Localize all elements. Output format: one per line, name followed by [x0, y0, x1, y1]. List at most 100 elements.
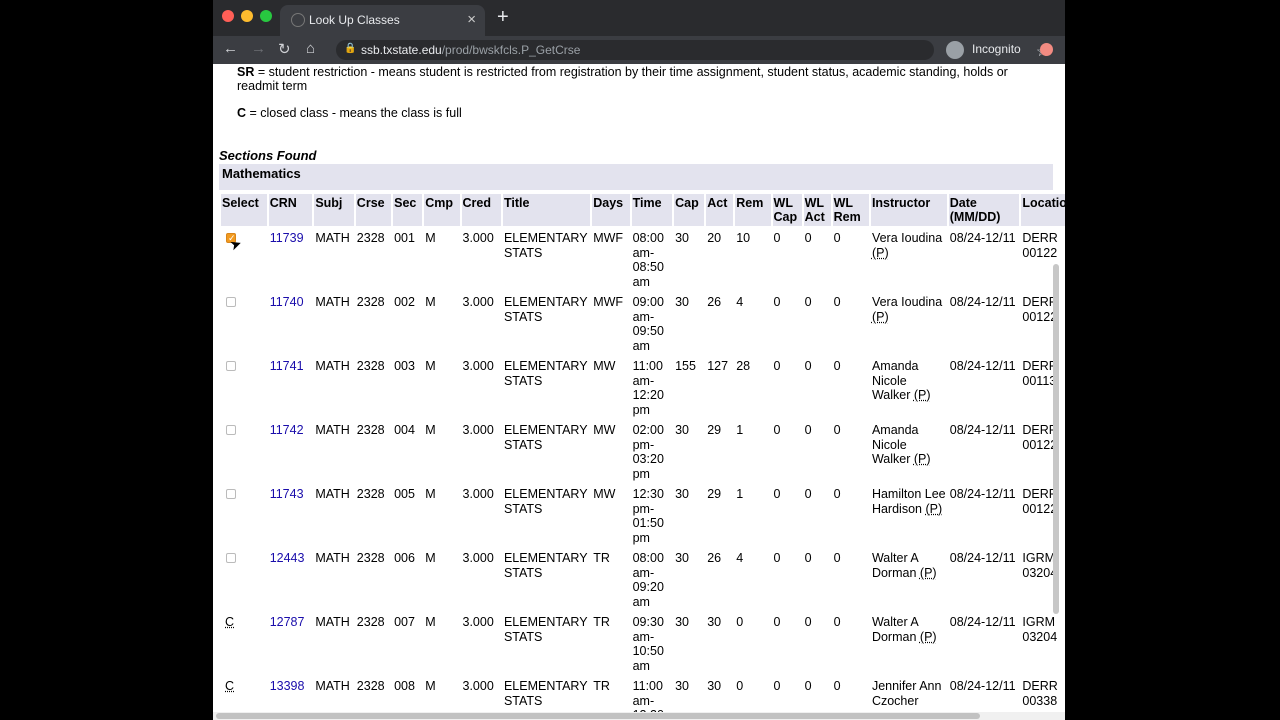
extension-icon[interactable] — [1040, 43, 1053, 56]
sec-cell: 007 — [394, 615, 415, 629]
subj-cell: MATH — [315, 615, 350, 629]
cred-cell: 3.000 — [462, 423, 494, 437]
minimize-window-button[interactable] — [241, 10, 253, 22]
subject-header: Mathematics — [219, 164, 1053, 190]
cmp-cell: M — [425, 487, 436, 501]
select-checkbox[interactable] — [226, 297, 236, 307]
incognito-label[interactable]: Incognito — [972, 42, 1021, 56]
primary-instructor-flag: (P) — [919, 629, 937, 644]
instructor-name: Amanda Nicole Walker — [871, 423, 919, 466]
primary-instructor-flag: (P) — [913, 388, 931, 402]
closed-flag: C — [225, 679, 235, 693]
crse-cell: 2328 — [356, 295, 385, 309]
crn-link[interactable]: 11739 — [270, 231, 304, 245]
instructor-cell: Vera Ioudina (P) — [871, 292, 947, 354]
cred-cell: 3.000 — [462, 551, 494, 565]
days-cell: MW — [593, 423, 616, 437]
time-cell: 09:30 am-10:50 am — [632, 615, 664, 673]
crn-link[interactable]: 12787 — [270, 615, 305, 629]
vertical-scrollbar[interactable] — [1053, 264, 1059, 614]
sec-cell: 001 — [394, 231, 415, 245]
days-cell: TR — [593, 615, 610, 629]
crn-cell: 12443 — [269, 548, 313, 610]
wlact-cell: 0 — [804, 423, 812, 437]
crn-link[interactable]: 11742 — [270, 423, 304, 437]
legend-sr-text: = student restriction - means student is… — [237, 65, 1008, 93]
select-cell — [221, 420, 267, 482]
instructor-cell: Amanda Nicole Walker (P) — [871, 420, 947, 482]
select-checkbox[interactable] — [226, 425, 236, 435]
location-cell: IGRM 03204 — [1022, 615, 1058, 644]
title-cell: ELEMENTARY STATS — [503, 231, 588, 260]
column-header: Days — [592, 194, 630, 226]
tab-look-up-classes[interactable]: Look Up Classes × — [280, 5, 485, 36]
column-header: Rem — [735, 194, 771, 226]
sec-cell: 002 — [394, 295, 415, 309]
subj-cell: MATH — [315, 295, 350, 309]
close-window-button[interactable] — [222, 10, 234, 22]
instructor-cell: Walter A Dorman (P) — [871, 548, 947, 610]
select-checkbox[interactable] — [226, 489, 236, 499]
tab-close-icon[interactable]: × — [467, 11, 476, 28]
legend-sr-code: SR — [237, 65, 255, 79]
crn-cell: 12787 — [269, 612, 313, 674]
date-cell: 08/24-12/11 — [949, 359, 1016, 373]
column-header: Date (MM/DD) — [948, 194, 1020, 226]
wlrem-cell: 0 — [833, 487, 841, 501]
wlrem-cell: 0 — [833, 231, 841, 245]
subj-cell: MATH — [315, 423, 350, 437]
sections-table: Select CRN Subj Crse Sec Cmp Cred Title Days Time… — [219, 192, 1065, 720]
new-tab-button[interactable]: + — [497, 6, 509, 29]
horizontal-scrollbar-thumb[interactable] — [216, 713, 980, 719]
time-cell: 02:00 pm-03:20 pm — [632, 423, 664, 481]
reload-icon[interactable]: ↻ — [278, 40, 291, 58]
home-icon[interactable]: ⌂ — [306, 40, 315, 57]
cap-cell: 30 — [675, 423, 690, 437]
wlact-cell: 0 — [804, 231, 812, 245]
cap-cell: 30 — [675, 231, 690, 245]
crn-link[interactable]: 11740 — [270, 295, 304, 309]
table-row: C 12787 MATH 2328 007 M 3.000 ELEMENTARY STATS T… — [221, 612, 1065, 674]
sec-cell: 006 — [394, 551, 415, 565]
crse-cell: 2328 — [356, 615, 385, 629]
forward-arrow-icon[interactable]: → — [251, 40, 266, 57]
horizontal-scrollbar[interactable] — [213, 712, 1065, 720]
select-checkbox[interactable] — [226, 553, 236, 563]
wlcap-cell: 0 — [773, 551, 781, 565]
cap-cell: 30 — [675, 615, 690, 629]
crn-cell: 11742 — [269, 420, 313, 482]
crn-link[interactable]: 11743 — [270, 487, 304, 501]
column-header: Crse — [355, 194, 392, 226]
crn-link[interactable]: 12443 — [270, 551, 305, 565]
sec-cell: 004 — [394, 423, 415, 437]
cap-cell: 30 — [675, 487, 690, 501]
wlact-cell: 0 — [804, 295, 812, 309]
crn-link[interactable]: 11741 — [270, 359, 304, 373]
wlact-cell: 0 — [804, 551, 812, 565]
column-header: Instructor — [870, 194, 947, 226]
column-header: Cred — [461, 194, 501, 226]
select-checkbox[interactable] — [226, 361, 236, 371]
cap-cell: 30 — [675, 551, 690, 565]
rem-cell: 1 — [736, 423, 744, 437]
lock-icon: 🔒 — [344, 43, 357, 54]
maximize-window-button[interactable] — [260, 10, 272, 22]
crn-cell: 11739 — [269, 228, 313, 290]
incognito-icon[interactable] — [946, 41, 964, 59]
address-bar[interactable]: 🔒 ssb.txstate.edu/prod/bwskfcls.P_GetCrs… — [336, 40, 1049, 60]
wlact-cell: 0 — [804, 487, 812, 501]
crse-cell: 2328 — [356, 359, 385, 373]
subj-cell: MATH — [315, 551, 350, 565]
back-arrow-icon[interactable]: ← — [223, 40, 238, 57]
wlact-cell: 0 — [804, 359, 812, 373]
crn-link[interactable]: 13398 — [270, 679, 305, 693]
wlcap-cell: 0 — [773, 359, 781, 373]
date-cell: 08/24-12/11 — [949, 423, 1016, 437]
column-header: WL Rem — [832, 194, 869, 226]
act-cell: 26 — [707, 551, 722, 565]
instructor-cell: Walter A Dorman (P) — [871, 612, 947, 674]
days-cell: MWF — [593, 295, 624, 309]
cmp-cell: M — [425, 231, 436, 245]
table-row: 12443 MATH 2328 006 M 3.000 ELEMENTARY STATS TR… — [221, 548, 1065, 610]
table-body: 11739MATH2328001M3.000ELEMENTARY STATSMW… — [221, 228, 1065, 720]
